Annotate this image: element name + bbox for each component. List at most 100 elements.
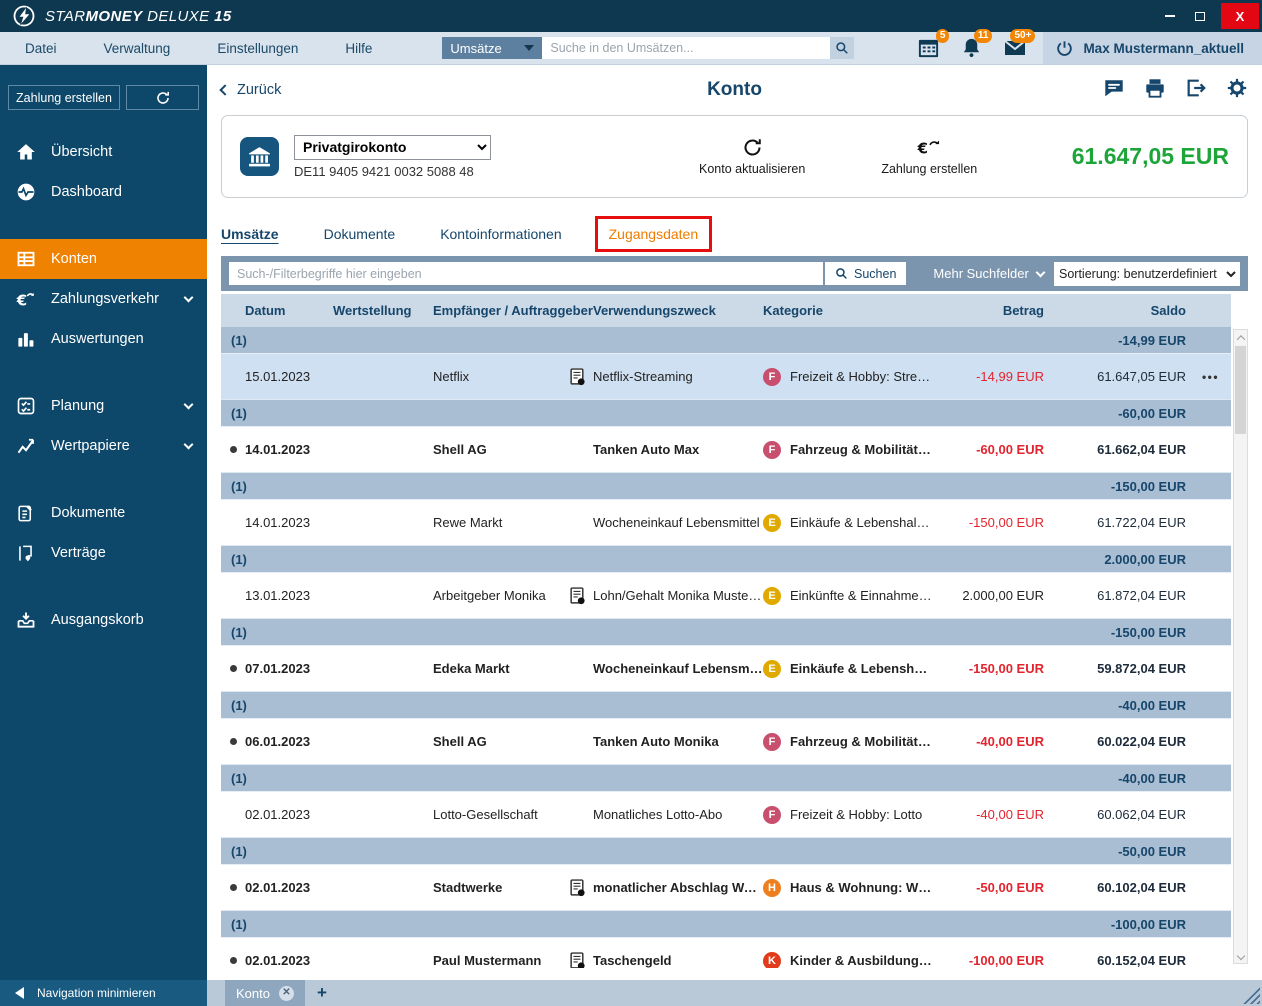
cell-saldo: 59.872,04 EUR	[1097, 661, 1186, 676]
contracts-icon	[15, 543, 36, 564]
group-header-row[interactable]: (1) -40,00 EUR	[221, 692, 1231, 719]
col-kategorie[interactable]: Kategorie	[763, 303, 933, 318]
more-search-fields-button[interactable]: Mehr Suchfelder	[933, 266, 1046, 281]
menu-hilfe[interactable]: Hilfe	[345, 41, 372, 56]
close-window-button[interactable]: X	[1221, 3, 1259, 29]
sort-dropdown[interactable]: Sortierung: benutzerdefiniert	[1054, 261, 1240, 286]
sidebar-item-vertraege[interactable]: Verträge	[0, 533, 207, 573]
filter-input[interactable]	[229, 262, 823, 285]
new-tab-button[interactable]: +	[305, 980, 339, 1006]
search-scope-dropdown[interactable]: Umsätze	[442, 37, 543, 59]
scroll-down-button[interactable]	[1234, 948, 1247, 963]
global-search-button[interactable]	[830, 37, 855, 59]
vertical-scrollbar[interactable]	[1233, 329, 1248, 964]
cell-amount: -40,00 EUR	[976, 734, 1044, 749]
document-attachment-icon[interactable]	[561, 367, 593, 386]
group-header-row[interactable]: (1) -14,99 EUR	[221, 327, 1231, 354]
cell-date: 14.01.2023	[245, 515, 311, 530]
tab-zugangsdaten[interactable]: Zugangsdaten	[594, 215, 713, 252]
scrollbar-thumb[interactable]	[1235, 346, 1246, 434]
sidebar-item-auswertungen[interactable]: Auswertungen	[0, 319, 207, 359]
settings-gear-button[interactable]	[1226, 77, 1248, 104]
tab-umsaetze[interactable]: Umsätze	[221, 226, 279, 242]
calendar-button[interactable]: 5	[917, 29, 950, 60]
tab-kontoinformationen[interactable]: Kontoinformationen	[440, 226, 561, 242]
svg-text:€: €	[16, 291, 27, 309]
sidebar-item-label: Verträge	[51, 545, 106, 561]
transactions-table: (1) -14,99 EUR 15.01.2023 Netflix Netfli…	[221, 327, 1248, 980]
cell-date: 02.01.2023	[245, 807, 311, 822]
transaction-row[interactable]: 02.01.2023 Paul Mustermann Taschengeld K…	[221, 938, 1231, 968]
chevron-down-icon	[183, 399, 194, 410]
group-header-row[interactable]: (1) -100,00 EUR	[221, 911, 1231, 938]
sidebar-item-planung[interactable]: Planung	[0, 386, 207, 426]
sidebar-item-dashboard[interactable]: Dashboard	[0, 172, 207, 212]
transaction-row[interactable]: 02.01.2023 Lotto-Gesellschaft Monatliche…	[221, 792, 1231, 838]
print-button[interactable]	[1144, 77, 1166, 104]
transaction-row[interactable]: 14.01.2023 Shell AG Tanken Auto Max F Fa…	[221, 427, 1231, 473]
cell-date: 07.01.2023	[245, 661, 311, 676]
document-attachment-icon[interactable]	[561, 951, 593, 968]
document-attachment-icon[interactable]	[561, 586, 593, 605]
cell-payee: Paul Mustermann	[433, 953, 542, 968]
export-button[interactable]	[1185, 77, 1207, 104]
sidebar-item-zahlungsverkehr[interactable]: € Zahlungsverkehr	[0, 279, 207, 319]
close-tab-icon[interactable]: ✕	[278, 985, 294, 1001]
konto-tab[interactable]: Konto ✕	[225, 980, 305, 1006]
menu-verwaltung[interactable]: Verwaltung	[104, 41, 171, 56]
global-search-input[interactable]	[542, 37, 831, 59]
col-wertstellung[interactable]: Wertstellung	[333, 303, 433, 318]
scroll-up-button[interactable]	[1234, 330, 1247, 345]
feedback-bubble-button[interactable]	[1103, 77, 1125, 104]
transaction-row[interactable]: 06.01.2023 Shell AG Tanken Auto Monika F…	[221, 719, 1231, 765]
update-account-button[interactable]: Konto aktualisieren	[699, 137, 805, 176]
cell-purpose: Tanken Auto Max	[593, 442, 700, 457]
group-header-row[interactable]: (1) -50,00 EUR	[221, 838, 1231, 865]
transaction-row[interactable]: 02.01.2023 Stadtwerke monatlicher Abschl…	[221, 865, 1231, 911]
back-button[interactable]: Zurück	[219, 82, 281, 98]
menu-datei[interactable]: Datei	[25, 41, 57, 56]
cell-amount: -150,00 EUR	[968, 661, 1044, 676]
transaction-row[interactable]: 13.01.2023 Arbeitgeber Monika Lohn/Gehal…	[221, 573, 1231, 619]
row-menu-button[interactable]: •••	[1190, 370, 1231, 384]
transaction-row[interactable]: 07.01.2023 Edeka Markt Wocheneinkauf Leb…	[221, 646, 1231, 692]
cell-payee: Netflix	[433, 369, 470, 384]
tab-dokumente[interactable]: Dokumente	[324, 226, 396, 242]
sidebar-item-ausgangskorb[interactable]: Ausgangskorb	[0, 600, 207, 640]
document-attachment-icon[interactable]	[561, 878, 593, 897]
transaction-row[interactable]: 15.01.2023 Netflix Netflix-Streaming F F…	[221, 354, 1231, 400]
group-header-row[interactable]: (1) -60,00 EUR	[221, 400, 1231, 427]
notifications-bell-button[interactable]: 11	[960, 29, 993, 60]
cell-category: F Fahrzeug & Mobilität:…	[763, 440, 933, 459]
transaction-row[interactable]: 14.01.2023 Rewe Markt Wocheneinkauf Lebe…	[221, 500, 1231, 546]
group-saldo: -40,00 EUR	[1118, 770, 1186, 786]
sidebar-item-wertpapiere[interactable]: Wertpapiere	[0, 426, 207, 466]
user-menu[interactable]: Max Mustermann_aktuell	[1043, 32, 1262, 64]
minimize-navigation-button[interactable]: Navigation minimieren	[0, 980, 207, 1006]
sidebar-item-uebersicht[interactable]: Übersicht	[0, 132, 207, 172]
cell-date: 14.01.2023	[245, 442, 311, 457]
resize-grip[interactable]	[1243, 987, 1260, 1004]
messages-mail-button[interactable]: 50+	[1003, 29, 1036, 60]
create-payment-button[interactable]: Zahlung erstellen	[8, 85, 121, 110]
refresh-accounts-button[interactable]	[126, 85, 199, 110]
col-datum[interactable]: Datum	[245, 303, 333, 318]
create-payment-card-button[interactable]: € Zahlung erstellen	[881, 137, 977, 176]
maximize-window-button[interactable]	[1185, 0, 1215, 32]
group-header-row[interactable]: (1) -40,00 EUR	[221, 765, 1231, 792]
group-header-row[interactable]: (1) -150,00 EUR	[221, 473, 1231, 500]
sidebar-item-konten[interactable]: Konten	[0, 239, 207, 279]
group-saldo: -150,00 EUR	[1110, 478, 1186, 494]
col-betrag[interactable]: Betrag	[933, 303, 1048, 318]
search-button[interactable]: Suchen	[825, 262, 907, 285]
col-saldo[interactable]: Saldo	[1048, 303, 1190, 318]
account-select[interactable]: Privatgirokonto	[294, 134, 491, 160]
minimize-window-button[interactable]	[1155, 0, 1185, 32]
menu-einstellungen[interactable]: Einstellungen	[217, 41, 298, 56]
dropdown-arrow-icon	[524, 45, 535, 51]
col-verwendungszweck[interactable]: Verwendungszweck	[593, 303, 763, 318]
group-header-row[interactable]: (1) 2.000,00 EUR	[221, 546, 1231, 573]
col-empfaenger[interactable]: Empfänger / Auftraggeber	[433, 303, 593, 318]
sidebar-item-dokumente[interactable]: Dokumente	[0, 493, 207, 533]
group-header-row[interactable]: (1) -150,00 EUR	[221, 619, 1231, 646]
